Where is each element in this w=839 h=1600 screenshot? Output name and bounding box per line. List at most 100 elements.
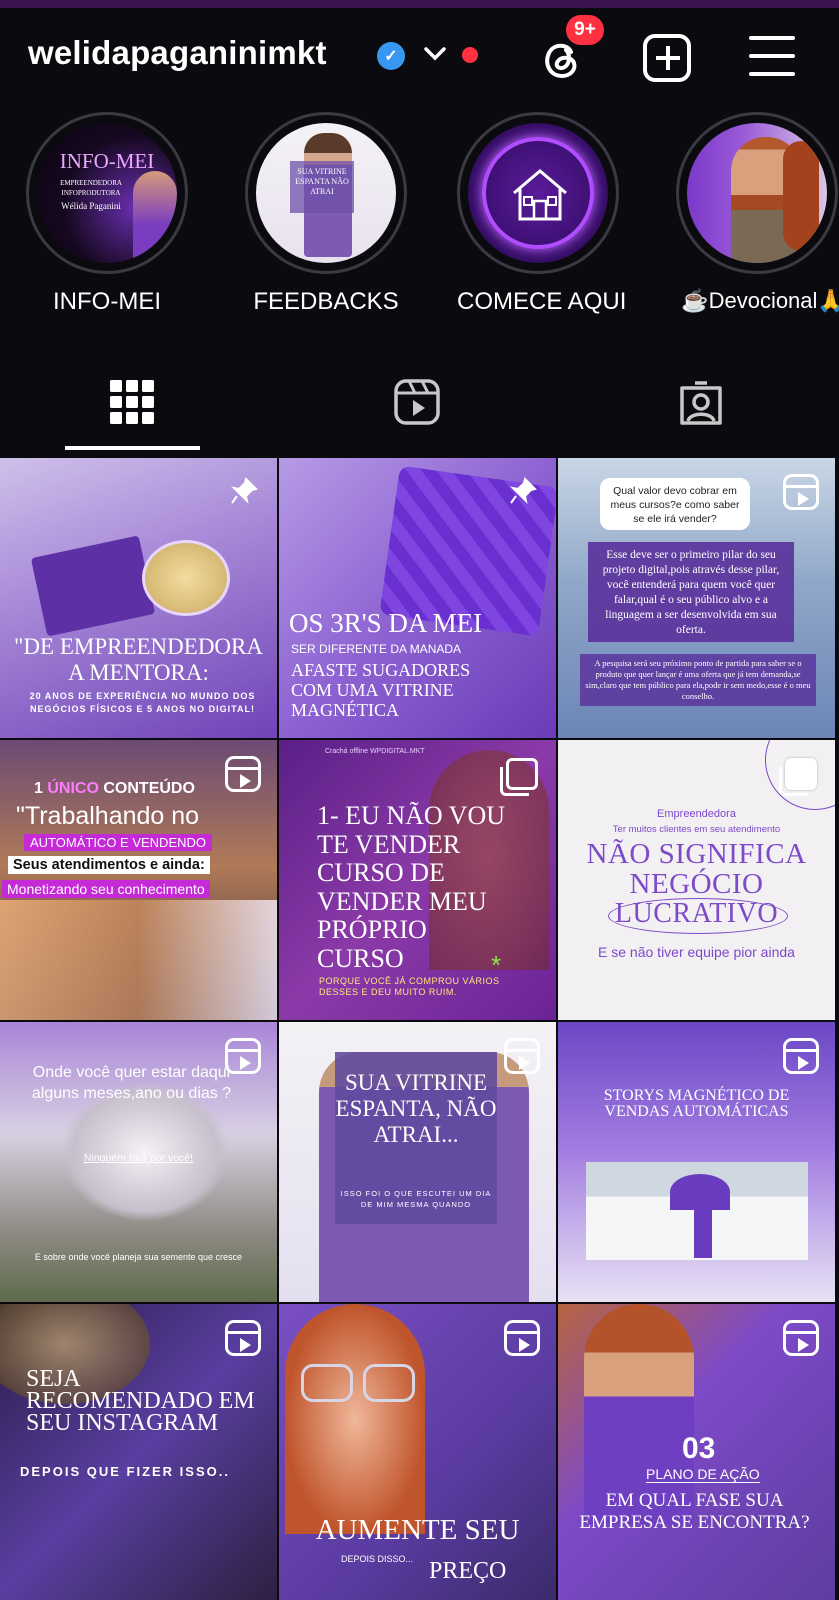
highlight-cover xyxy=(468,123,608,263)
pin-icon xyxy=(509,477,537,505)
verified-badge-icon: ✓ xyxy=(377,42,405,70)
post-title: OS 3R'S DA MEI xyxy=(289,608,483,638)
post-line5: Monetizando seu conhecimento xyxy=(2,880,210,898)
post-title: AUMENTE SEU xyxy=(315,1514,520,1546)
post-subtitle: DEPOIS DISSO... xyxy=(341,1554,414,1564)
post-body: DEPOIS QUE FIZER ISSO.. xyxy=(20,1464,230,1479)
grid-post[interactable]: STORYS MAGNÉTICO DE VENDAS AUTOMÁTICAS xyxy=(558,1022,835,1302)
popcorn-bowl-shape xyxy=(142,540,230,616)
status-strip xyxy=(0,0,839,8)
post-label: PLANO DE AÇÃO xyxy=(646,1466,760,1483)
figure-shape xyxy=(694,1202,712,1258)
highlight-cover-line1: EMPREENDEDORA xyxy=(60,179,122,187)
post-title: Onde você quer estar daqui alguns meses,… xyxy=(31,1064,232,1102)
profile-username[interactable]: welidapaganinimkt xyxy=(28,34,327,72)
reels-tab-icon[interactable] xyxy=(393,378,441,426)
grid-post[interactable]: Onde você quer estar daqui alguns meses,… xyxy=(0,1022,277,1302)
highlight-cover-line2: INFOPRODUTORA xyxy=(61,189,121,197)
highlight-cover-text: SUA VITRINE ESPANTA NÃO ATRAI xyxy=(290,161,354,213)
highlight-label: INFO-MEI xyxy=(53,288,161,315)
reel-icon xyxy=(783,474,819,510)
post-number: 03 xyxy=(682,1432,716,1465)
grid-post[interactable]: SEJA RECOMENDADO EM SEU INSTAGRAM DEPOIS… xyxy=(0,1304,277,1600)
grid-post[interactable]: "DE EMPREENDEDORA A MENTORA: 20 ANOS DE … xyxy=(0,458,277,738)
post-line3: AUTOMÁTICO E VENDENDO xyxy=(24,834,213,851)
multi-post-icon xyxy=(500,758,538,796)
reel-icon xyxy=(225,756,261,792)
highlight-info-mei[interactable]: INFO-MEI EMPREENDEDORA INFOPRODUTORA Wél… xyxy=(26,112,188,316)
reel-icon xyxy=(504,1320,540,1356)
highlight-cover xyxy=(687,123,827,263)
highlight-cover-name: Wélida Paganini xyxy=(61,201,121,211)
post-line2: Ter muitos clientes em seu atendimento xyxy=(612,824,781,835)
grid-post[interactable]: OS 3R'S DA MEI SER DIFERENTE DA MANADA A… xyxy=(279,458,556,738)
highlight-comece-aqui[interactable]: COMECE AQUI xyxy=(457,112,627,316)
post-line1-b: ÚNICO xyxy=(47,780,99,797)
post-title: EM QUAL FASE SUA EMPRESA SE ENCONTRA? xyxy=(579,1490,810,1533)
post-top: Crachá offline WPDIGITAL.MKT xyxy=(325,748,425,755)
post-title: SEJA RECOMENDADO EM SEU INSTAGRAM xyxy=(26,1366,255,1436)
post-footer: A pesquisa será seu próximo ponto de par… xyxy=(580,654,816,706)
highlight-label: ☕Devocional🙏 xyxy=(681,288,839,313)
highlight-ring: INFO-MEI EMPREENDEDORA INFOPRODUTORA Wél… xyxy=(26,112,188,274)
grid-post[interactable]: SUA VITRINE ESPANTA, NÃO ATRAI... ISSO F… xyxy=(279,1022,556,1302)
highlight-devocional[interactable]: ☕Devocional🙏 xyxy=(676,112,839,314)
highlight-label: COMECE AQUI xyxy=(457,288,627,315)
notification-badge: 9+ xyxy=(563,12,607,48)
post-body: PORQUE VOCÊ JÁ COMPROU VÁRIOS DESSES E D… xyxy=(319,976,500,997)
chevron-down-icon[interactable] xyxy=(420,38,450,68)
post-tail: PREÇO xyxy=(429,1558,507,1584)
glasses-right-shape xyxy=(363,1364,415,1402)
post-title: 1- EU NÃO VOU TE VENDER CURSO DE VENDER … xyxy=(317,801,506,973)
post-title: "DE EMPREENDEDORA A MENTORA: xyxy=(14,634,263,685)
grid-post[interactable]: AUMENTE SEU DEPOIS DISSO... PREÇO xyxy=(279,1304,556,1600)
photo-inset xyxy=(586,1162,808,1260)
pin-icon xyxy=(230,477,258,505)
post-title: STORYS MAGNÉTICO DE VENDAS AUTOMÁTICAS xyxy=(603,1087,790,1120)
hair-shape xyxy=(783,141,819,251)
highlight-label: FEEDBACKS xyxy=(253,288,399,315)
post-line3: NÃO SIGNIFICA xyxy=(586,838,807,870)
post-title: SUA VITRINE ESPANTA, NÃO ATRAI... xyxy=(335,1070,497,1147)
post-link: Ninguém fará por você! xyxy=(83,1152,194,1164)
reel-icon xyxy=(225,1320,261,1356)
post-body: AFASTE SUGADORES COM UMA VITRINE MAGNÉTI… xyxy=(291,660,471,720)
post-line5: LUCRATIVO xyxy=(614,898,779,929)
grid-post[interactable]: 03 PLANO DE AÇÃO EM QUAL FASE SUA EMPRES… xyxy=(558,1304,835,1600)
hamburger-menu-icon[interactable] xyxy=(749,36,795,76)
create-post-icon[interactable] xyxy=(643,34,691,82)
post-body: ISSO FOI O QUE ESCUTEI UM DIA DE MIM MES… xyxy=(340,1189,492,1209)
glasses-left-shape xyxy=(301,1364,353,1402)
house-icon xyxy=(513,169,567,221)
post-line1: Empreendedora xyxy=(657,808,736,820)
photo-shape xyxy=(0,900,277,1020)
question-sticker: Qual valor devo cobrar em meus cursos?e … xyxy=(600,478,750,530)
profile-header: welidapaganinimkt ✓ 9+ xyxy=(0,8,839,100)
reel-icon xyxy=(783,1038,819,1074)
reel-icon xyxy=(504,1038,540,1074)
highlight-ring xyxy=(676,112,838,274)
tagged-tab-icon[interactable] xyxy=(677,378,725,426)
post-body: Esse deve ser o primeiro pilar do seu pr… xyxy=(588,542,794,642)
grid-tab-icon[interactable] xyxy=(108,378,156,426)
post-line1-a: 1 xyxy=(34,780,43,797)
notification-dot xyxy=(462,47,478,63)
highlight-feedbacks[interactable]: SUA VITRINE ESPANTA NÃO ATRAI FEEDBACKS xyxy=(245,112,407,316)
post-line2: "Trabalhando no xyxy=(16,802,200,830)
grid-post[interactable]: Empreendedora Ter muitos clientes em seu… xyxy=(558,740,835,1020)
grid-post[interactable]: 1 ÚNICO CONTEÚDO "Trabalhando no AUTOMÁT… xyxy=(0,740,277,1020)
active-tab-indicator xyxy=(65,446,200,450)
highlight-ring: SUA VITRINE ESPANTA NÃO ATRAI xyxy=(245,112,407,274)
multi-post-icon xyxy=(779,758,817,796)
post-line1-c: CONTEÚDO xyxy=(103,780,195,797)
highlight-ring xyxy=(457,112,619,274)
post-body: 20 ANOS DE EXPERIÊNCIA NO MUNDO DOS NEGÓ… xyxy=(29,691,256,714)
post-line6: E se não tiver equipe pior ainda xyxy=(598,944,795,960)
post-footer: E sobre onde você planeja sua semente qu… xyxy=(34,1252,243,1262)
grid-post[interactable]: Crachá offline WPDIGITAL.MKT 1- EU NÃO V… xyxy=(279,740,556,1020)
portrait-shape xyxy=(285,1304,425,1534)
post-line1: 1 ÚNICO CONTEÚDO xyxy=(34,780,195,798)
laptop-shape xyxy=(30,535,156,637)
grid-post[interactable]: Qual valor devo cobrar em meus cursos?e … xyxy=(558,458,835,738)
post-subtitle: SER DIFERENTE DA MANADA xyxy=(291,642,462,656)
